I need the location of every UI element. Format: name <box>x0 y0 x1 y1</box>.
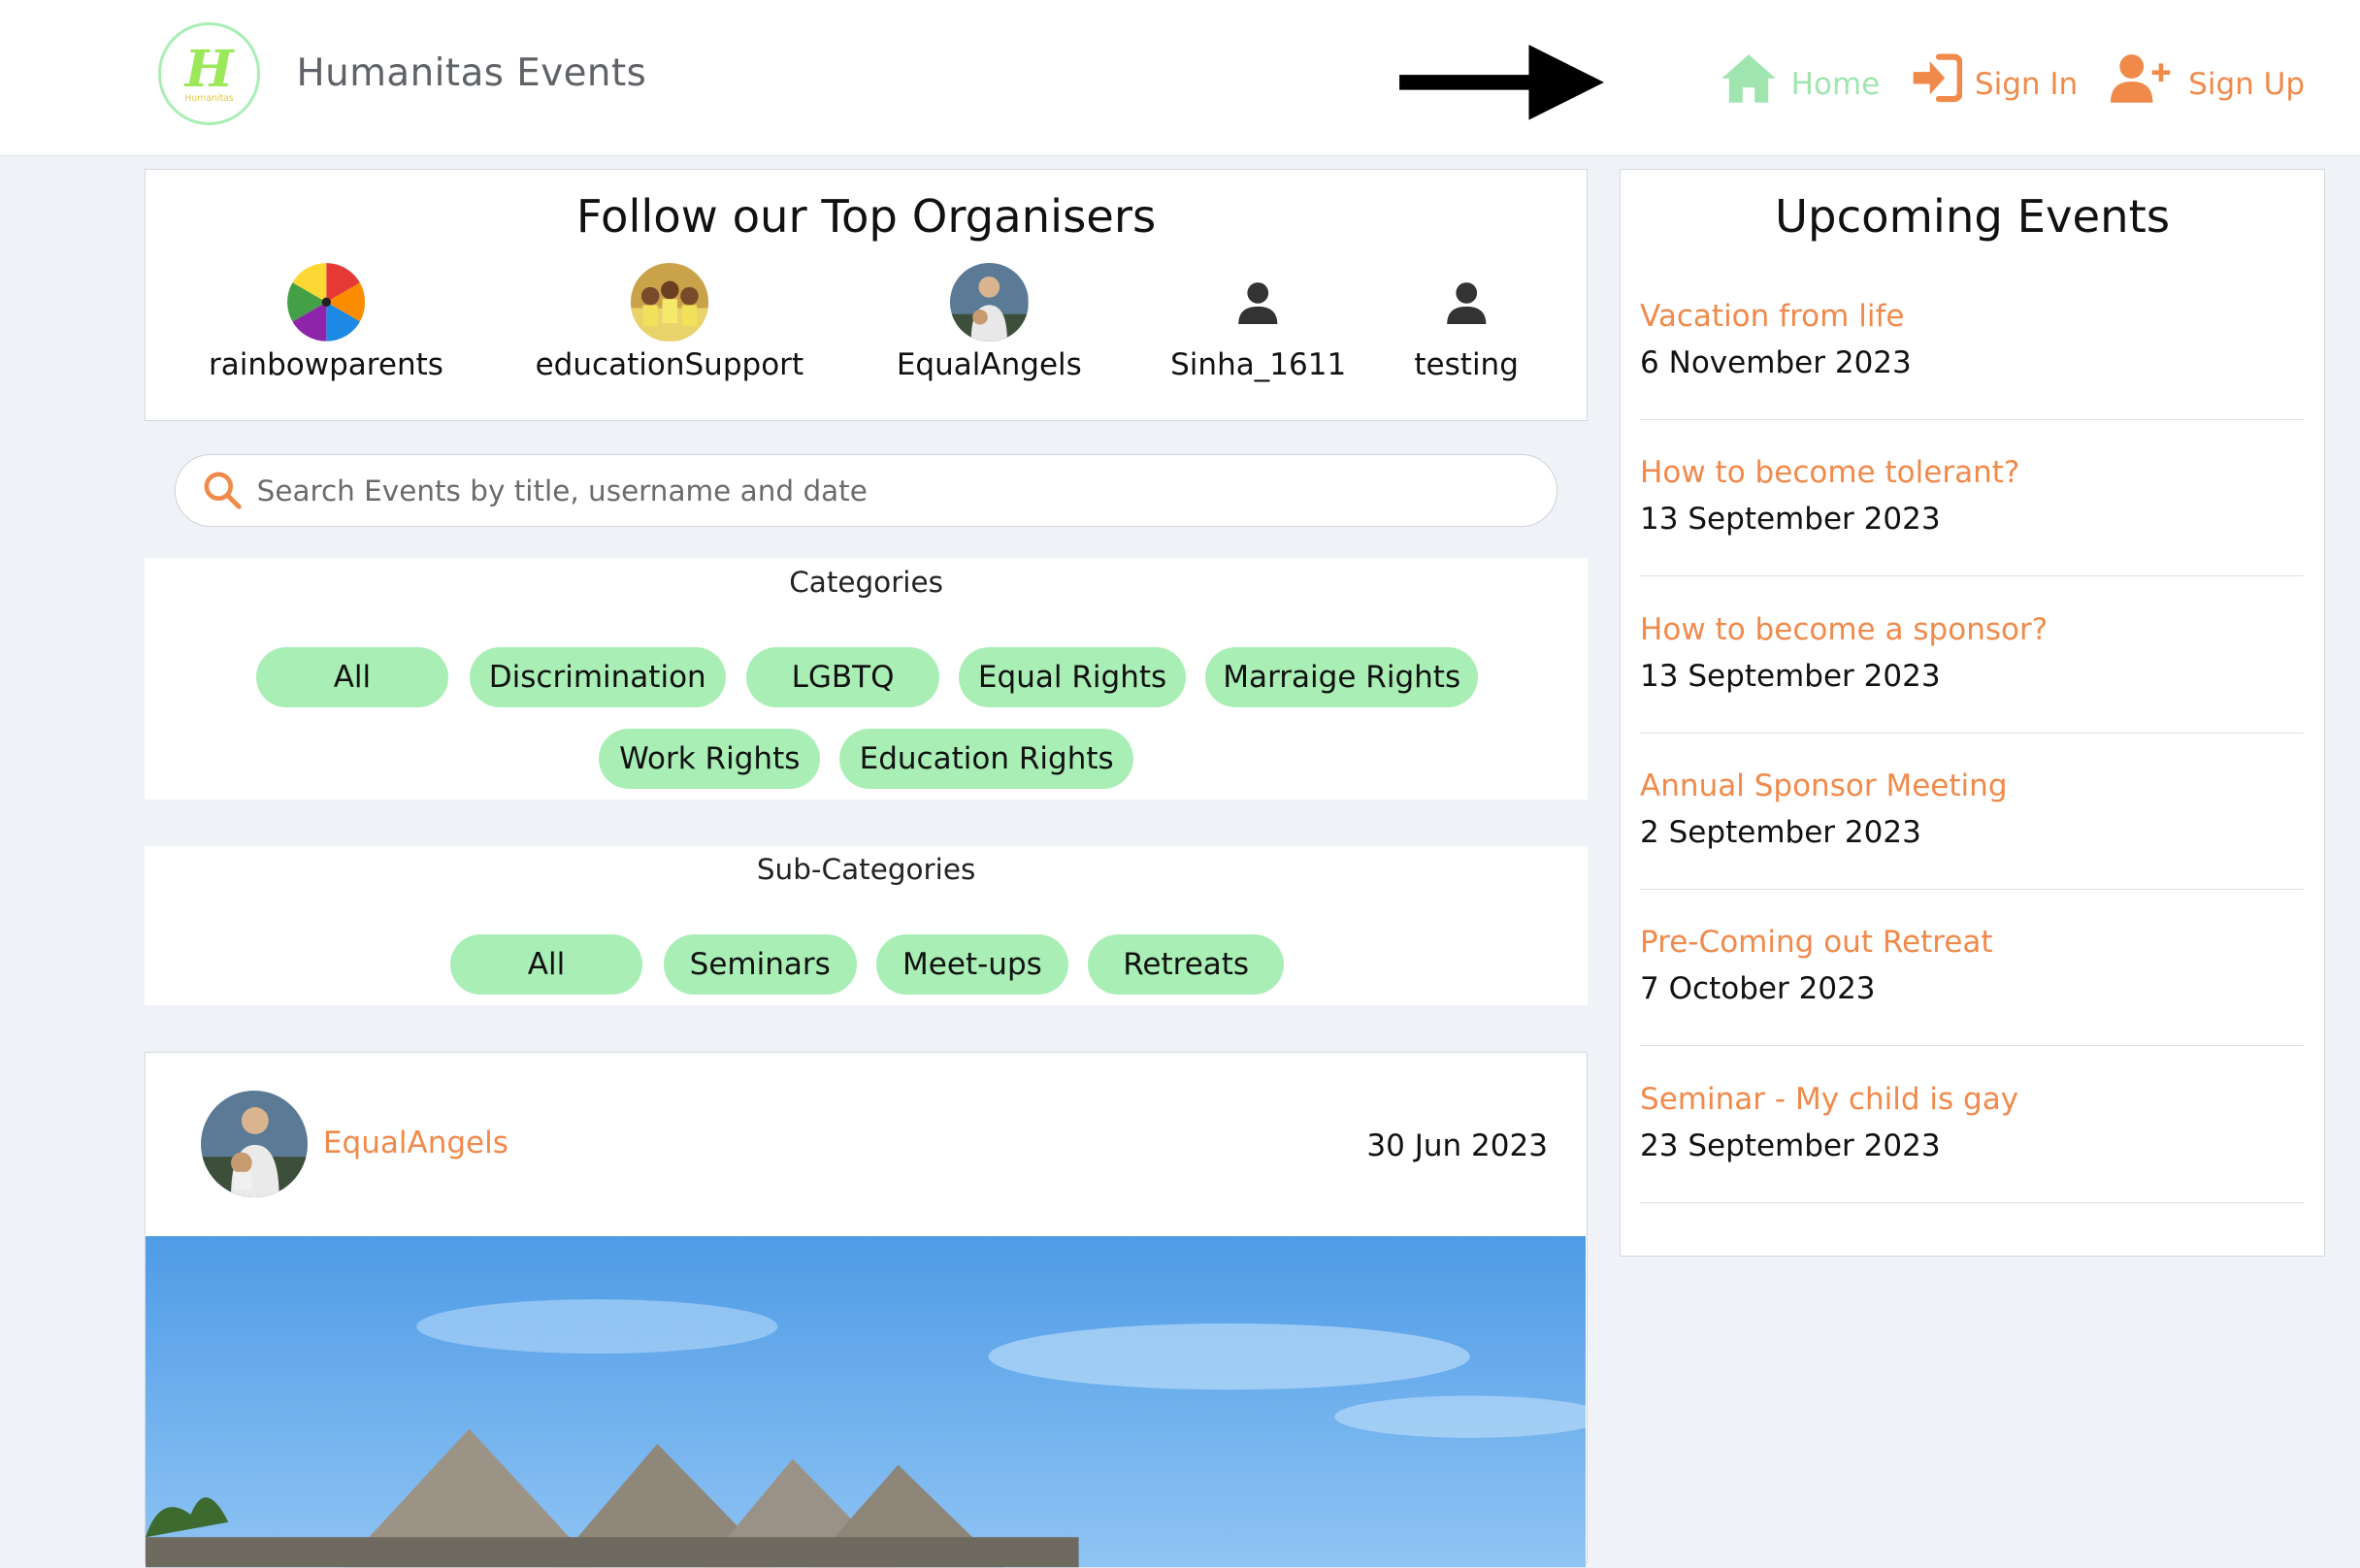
top-navbar: H Humanitas Humanitas Events Home Sign I… <box>0 0 2360 156</box>
post-date: 30 Jun 2023 <box>1366 1127 1548 1163</box>
logo-letter: H <box>184 38 234 99</box>
rainbow-avatar <box>286 262 366 342</box>
nav-sign-in-link[interactable]: Sign In <box>1909 49 2079 109</box>
brand-logo[interactable]: H Humanitas <box>157 22 261 125</box>
event-date: 2 September 2023 <box>1640 815 1921 851</box>
top-organisers-title: Follow our Top Organisers <box>575 190 1157 244</box>
event-date: 23 September 2023 <box>1640 1127 1941 1163</box>
categories-heading: Categories <box>789 566 943 600</box>
organiser-name: EqualAngels <box>896 346 1082 382</box>
organiser-testing[interactable]: testing <box>1414 263 1519 382</box>
organiser-rainbowparents[interactable]: rainbowparents <box>209 262 443 382</box>
nav-home-link[interactable]: Home <box>1719 49 1880 109</box>
subcategory-pill-all[interactable]: All <box>449 934 643 996</box>
category-pill-marraige-rights[interactable]: Marraige Rights <box>1205 646 1479 707</box>
event-title-link[interactable]: How to become tolerant? <box>1640 455 2019 490</box>
subcategory-pill-retreats[interactable]: Retreats <box>1088 934 1284 996</box>
event-title-link[interactable]: How to become a sponsor? <box>1640 612 2048 647</box>
upcoming-event-item[interactable]: How to become a sponsor? 13 September 20… <box>1640 575 2305 734</box>
user-icon <box>1427 263 1506 342</box>
group-photo-avatar <box>630 262 709 342</box>
user-plus-icon <box>2110 53 2170 103</box>
organiser-name: rainbowparents <box>209 346 443 382</box>
upcoming-event-item[interactable]: Pre-Coming out Retreat 7 October 2023 <box>1640 889 2305 1047</box>
upcoming-event-item[interactable]: Vacation from life 6 November 2023 <box>1640 263 2305 421</box>
event-date: 7 October 2023 <box>1640 971 1876 1007</box>
category-pill-lgbtq[interactable]: LGBTQ <box>746 646 939 707</box>
post-author-avatar[interactable] <box>201 1090 309 1198</box>
brand-name[interactable]: Humanitas Events <box>297 51 647 95</box>
organiser-equalangels[interactable]: EqualAngels <box>896 262 1082 382</box>
event-title-link[interactable]: Seminar - My child is gay <box>1640 1082 2018 1117</box>
upcoming-events-title: Upcoming Events <box>1775 190 2171 244</box>
top-organisers-card: Follow our Top Organisers rainbowparents <box>144 168 1589 422</box>
upcoming-event-item[interactable]: Seminar - My child is gay 23 September 2… <box>1640 1045 2305 1203</box>
organiser-educationsupport[interactable]: educationSupport <box>535 262 804 382</box>
category-pill-education-rights[interactable]: Education Rights <box>839 728 1133 789</box>
sign-in-icon <box>1913 53 1963 103</box>
upcoming-events-card: Upcoming Events Vacation from life 6 Nov… <box>1619 168 2326 1258</box>
category-pill-work-rights[interactable]: Work Rights <box>599 728 821 789</box>
subcategory-pill-seminars[interactable]: Seminars <box>663 934 857 996</box>
event-title-link[interactable]: Vacation from life <box>1640 299 1904 334</box>
event-post-card: EqualAngels 30 Jun 2023 <box>144 1052 1589 1568</box>
home-icon <box>1721 53 1777 103</box>
organiser-name: Sinha_1611 <box>1170 346 1347 382</box>
search-input[interactable] <box>253 473 1494 509</box>
search-bar <box>174 454 1558 527</box>
event-title-link[interactable]: Annual Sponsor Meeting <box>1640 768 2007 803</box>
subcategories-heading: Sub-Categories <box>756 853 976 887</box>
nav-home-label: Home <box>1790 66 1881 102</box>
event-date: 13 September 2023 <box>1640 502 1941 538</box>
organiser-name: testing <box>1414 346 1519 382</box>
subcategory-pill-meet-ups[interactable]: Meet-ups <box>875 934 1069 996</box>
event-date: 6 November 2023 <box>1640 345 1912 381</box>
organiser-name: educationSupport <box>535 346 804 382</box>
person-photo-avatar <box>950 262 1029 342</box>
category-pill-equal-rights[interactable]: Equal Rights <box>958 646 1187 707</box>
category-pill-discrimination[interactable]: Discrimination <box>469 646 726 707</box>
search-icon <box>204 473 242 510</box>
upcoming-event-item[interactable]: Annual Sponsor Meeting 2 September 2023 <box>1640 733 2305 891</box>
nav-sign-up-link[interactable]: Sign Up <box>2110 49 2306 109</box>
event-title-link[interactable]: Pre-Coming out Retreat <box>1640 925 1993 960</box>
user-icon <box>1219 263 1297 342</box>
logo-subtext: Humanitas <box>184 93 234 105</box>
nav-sign-in-label: Sign In <box>1974 66 2079 102</box>
arrow-right-icon <box>1399 45 1605 121</box>
nav-sign-up-label: Sign Up <box>2188 66 2306 102</box>
category-pill-all[interactable]: All <box>255 646 449 707</box>
post-event-image[interactable] <box>145 1236 1587 1568</box>
categories-section: Categories All Discrimination LGBTQ Equa… <box>144 558 1589 800</box>
event-date: 13 September 2023 <box>1640 658 1941 694</box>
organiser-sinha-1611[interactable]: Sinha_1611 <box>1170 263 1346 382</box>
post-author-name[interactable]: EqualAngels <box>323 1126 508 1160</box>
subcategories-section: Sub-Categories All Seminars Meet-ups Ret… <box>144 845 1589 1006</box>
upcoming-event-item[interactable]: How to become tolerant? 13 September 202… <box>1640 419 2305 577</box>
